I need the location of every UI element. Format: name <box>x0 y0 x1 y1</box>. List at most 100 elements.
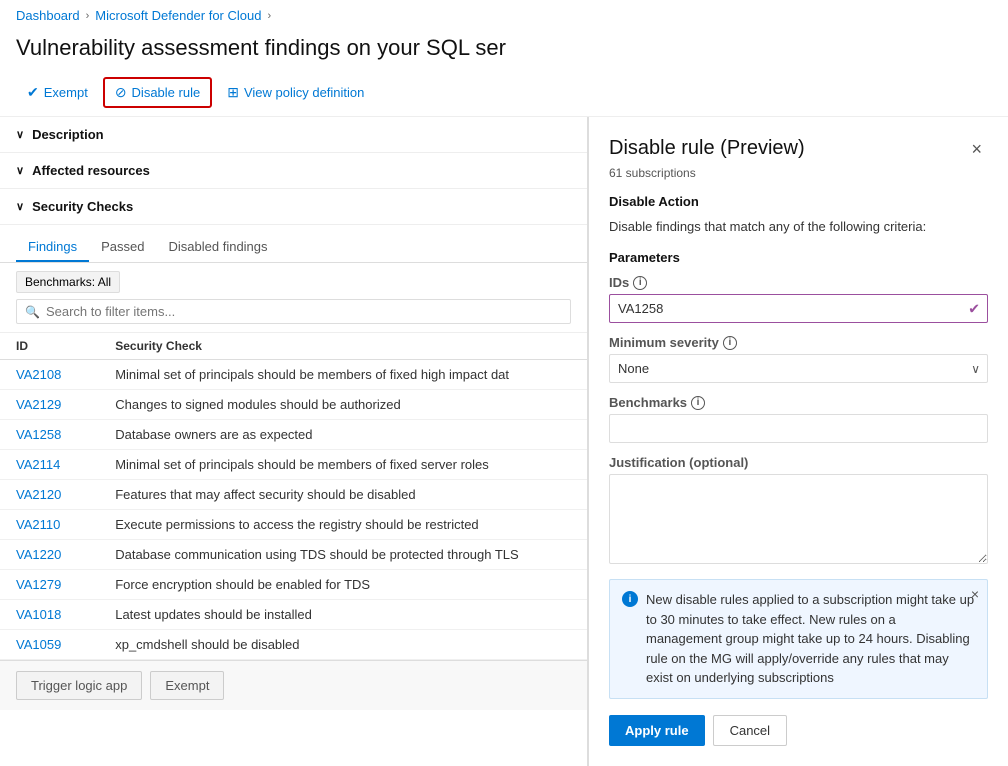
ids-label: IDs i <box>609 275 988 290</box>
left-panel: ∨ Description ∨ Affected resources ∨ Sec… <box>0 117 588 766</box>
row-id[interactable]: VA1279 <box>0 570 99 600</box>
info-box-close-button[interactable]: × <box>971 586 979 602</box>
panel-actions: Apply rule Cancel <box>609 715 988 746</box>
table-row[interactable]: VA2114Minimal set of principals should b… <box>0 450 587 480</box>
row-id[interactable]: VA1018 <box>0 600 99 630</box>
row-id[interactable]: VA2108 <box>0 360 99 390</box>
col-check: Security Check <box>99 333 587 360</box>
security-label: Security Checks <box>32 199 133 214</box>
min-severity-label: Minimum severity i <box>609 335 988 350</box>
search-input[interactable] <box>46 304 562 319</box>
disable-action-title: Disable Action <box>609 194 988 209</box>
row-id[interactable]: VA1220 <box>0 540 99 570</box>
min-severity-select[interactable]: NoneLowMediumHigh <box>609 354 988 383</box>
description-section[interactable]: ∨ Description <box>0 117 587 153</box>
breadcrumb-defender[interactable]: Microsoft Defender for Cloud <box>95 8 261 23</box>
right-panel: Disable rule (Preview) × 61 subscription… <box>588 117 1008 766</box>
main-content: ∨ Description ∨ Affected resources ∨ Sec… <box>0 117 1008 766</box>
table-row[interactable]: VA1279Force encryption should be enabled… <box>0 570 587 600</box>
row-id[interactable]: VA1059 <box>0 630 99 660</box>
disable-rule-button[interactable]: ⊘ Disable rule <box>103 77 212 108</box>
row-check: Features that may affect security should… <box>99 480 587 510</box>
row-check: Changes to signed modules should be auth… <box>99 390 587 420</box>
justification-textarea[interactable] <box>609 474 988 564</box>
filters-area: Benchmarks: All 🔍 <box>0 263 587 333</box>
tab-passed[interactable]: Passed <box>89 233 156 262</box>
search-box[interactable]: 🔍 <box>16 299 571 324</box>
table-row[interactable]: VA2108Minimal set of principals should b… <box>0 360 587 390</box>
security-checks-section[interactable]: ∨ Security Checks <box>0 189 587 225</box>
panel-subtitle: 61 subscriptions <box>609 166 988 180</box>
ids-input-wrapper: ✔ <box>609 294 988 323</box>
tab-disabled-findings[interactable]: Disabled findings <box>157 233 280 262</box>
info-box: i New disable rules applied to a subscri… <box>609 579 988 699</box>
ids-input[interactable] <box>609 294 988 323</box>
row-check: Database owners are as expected <box>99 420 587 450</box>
min-severity-info-icon[interactable]: i <box>723 336 737 350</box>
ids-form-group: IDs i ✔ <box>609 275 988 323</box>
table-row[interactable]: VA1018Latest updates should be installed <box>0 600 587 630</box>
breadcrumb: Dashboard › Microsoft Defender for Cloud… <box>0 0 1008 31</box>
benchmarks-info-icon[interactable]: i <box>691 396 705 410</box>
description-label: Description <box>32 127 104 142</box>
tab-findings[interactable]: Findings <box>16 233 89 262</box>
disable-rule-label: Disable rule <box>132 85 201 100</box>
exempt-bottom-button[interactable]: Exempt <box>150 671 224 700</box>
affected-resources-section[interactable]: ∨ Affected resources <box>0 153 587 189</box>
row-id[interactable]: VA2114 <box>0 450 99 480</box>
description-chevron: ∨ <box>16 128 24 141</box>
min-severity-form-group: Minimum severity i NoneLowMediumHigh ∨ <box>609 335 988 383</box>
breadcrumb-sep2: › <box>267 10 271 22</box>
breadcrumb-sep1: › <box>86 10 90 22</box>
table-row[interactable]: VA1059xp_cmdshell should be disabled <box>0 630 587 660</box>
action-bar: ✔ Exempt ⊘ Disable rule ⊞ View policy de… <box>0 73 1008 117</box>
findings-table: ID Security Check VA2108Minimal set of p… <box>0 333 587 660</box>
view-policy-button[interactable]: ⊞ View policy definition <box>216 78 375 107</box>
exempt-button[interactable]: ✔ Exempt <box>16 78 99 107</box>
trigger-logic-app-button[interactable]: Trigger logic app <box>16 671 142 700</box>
ids-check-icon: ✔ <box>968 300 980 317</box>
benchmarks-form-group: Benchmarks i <box>609 395 988 443</box>
cancel-button[interactable]: Cancel <box>713 715 787 746</box>
table-row[interactable]: VA1258Database owners are as expected <box>0 420 587 450</box>
row-check: Execute permissions to access the regist… <box>99 510 587 540</box>
row-id[interactable]: VA2129 <box>0 390 99 420</box>
security-chevron: ∨ <box>16 200 24 213</box>
row-check: Latest updates should be installed <box>99 600 587 630</box>
table-row[interactable]: VA2110Execute permissions to access the … <box>0 510 587 540</box>
bottom-bar: Trigger logic app Exempt <box>0 660 587 710</box>
table-row[interactable]: VA2120Features that may affect security … <box>0 480 587 510</box>
table-row[interactable]: VA1220Database communication using TDS s… <box>0 540 587 570</box>
benchmarks-form-label: Benchmarks i <box>609 395 988 410</box>
exempt-label: Exempt <box>44 85 88 100</box>
benchmarks-input[interactable] <box>609 414 988 443</box>
row-id[interactable]: VA1258 <box>0 420 99 450</box>
panel-header: Disable rule (Preview) × <box>609 137 988 162</box>
search-icon: 🔍 <box>25 305 40 319</box>
panel-close-button[interactable]: × <box>965 137 988 162</box>
panel-title: Disable rule (Preview) <box>609 137 805 160</box>
row-id[interactable]: VA2110 <box>0 510 99 540</box>
row-id[interactable]: VA2120 <box>0 480 99 510</box>
justification-label: Justification (optional) <box>609 455 988 470</box>
affected-chevron: ∨ <box>16 164 24 177</box>
table-row[interactable]: VA2129Changes to signed modules should b… <box>0 390 587 420</box>
exempt-icon: ✔ <box>27 84 39 101</box>
row-check: Minimal set of principals should be memb… <box>99 360 587 390</box>
panel-description: Disable findings that match any of the f… <box>609 219 988 234</box>
view-policy-label: View policy definition <box>244 85 364 100</box>
info-box-text: New disable rules applied to a subscript… <box>646 590 975 688</box>
justification-form-group: Justification (optional) <box>609 455 988 567</box>
page-title: Vulnerability assessment findings on you… <box>0 31 1008 73</box>
apply-rule-button[interactable]: Apply rule <box>609 715 705 746</box>
row-check: Database communication using TDS should … <box>99 540 587 570</box>
policy-icon: ⊞ <box>227 84 239 101</box>
info-box-icon: i <box>622 591 638 607</box>
row-check: xp_cmdshell should be disabled <box>99 630 587 660</box>
breadcrumb-dashboard[interactable]: Dashboard <box>16 8 80 23</box>
affected-label: Affected resources <box>32 163 150 178</box>
benchmark-filter-row: Benchmarks: All <box>16 271 571 293</box>
ids-info-icon[interactable]: i <box>633 276 647 290</box>
benchmark-filter-tag[interactable]: Benchmarks: All <box>16 271 120 293</box>
row-check: Force encryption should be enabled for T… <box>99 570 587 600</box>
